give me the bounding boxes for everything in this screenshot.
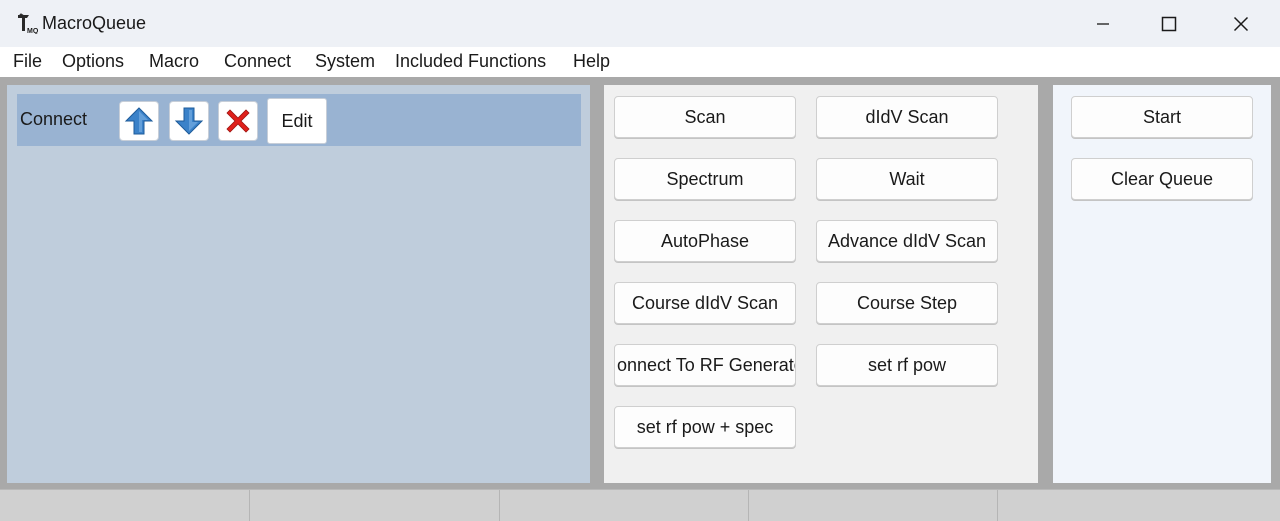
- close-icon: [1233, 16, 1249, 31]
- menu-file[interactable]: File: [13, 51, 42, 72]
- status-field-2: [250, 490, 500, 521]
- macro-course-didv-scan-button[interactable]: Course dIdV Scan: [614, 282, 796, 324]
- minimize-button[interactable]: [1080, 0, 1126, 47]
- maximize-icon: [1161, 16, 1177, 31]
- status-field-1: [0, 490, 250, 521]
- macro-wait-button[interactable]: Wait: [816, 158, 998, 200]
- macro-autophase-button[interactable]: AutoPhase: [614, 220, 796, 262]
- app-icon-label: MQ: [27, 28, 38, 34]
- delete-x-icon: [226, 109, 250, 133]
- menu-bar: File Options Macro Connect System Includ…: [0, 47, 1280, 77]
- start-button[interactable]: Start: [1071, 96, 1253, 138]
- menu-system[interactable]: System: [315, 51, 375, 72]
- close-button[interactable]: [1218, 0, 1264, 47]
- queue-item[interactable]: Connect Edit: [17, 94, 581, 146]
- queue-panel[interactable]: Connect Edit: [7, 85, 590, 483]
- macro-course-step-button[interactable]: Course Step: [816, 282, 998, 324]
- window-title: MacroQueue: [42, 13, 147, 33]
- title-bar: MQ MacroQueue: [0, 0, 1280, 47]
- macros-panel: Scan dIdV Scan Spectrum Wait AutoPhase A…: [604, 85, 1038, 483]
- maximize-button[interactable]: [1146, 0, 1192, 47]
- client-area: Connect Edit Scan dIdV Scan Spectrum Wai…: [0, 77, 1280, 521]
- status-field-5: [998, 490, 1280, 521]
- menu-help[interactable]: Help: [573, 51, 610, 72]
- minimize-icon: [1097, 22, 1109, 25]
- macro-connect-rf-generator-button[interactable]: onnect To RF Generato: [614, 344, 796, 386]
- macro-spectrum-button[interactable]: Spectrum: [614, 158, 796, 200]
- app-logo-icon: MQ: [18, 13, 38, 34]
- arrow-down-icon: [174, 107, 204, 135]
- clear-queue-button[interactable]: Clear Queue: [1071, 158, 1253, 200]
- status-field-4: [749, 490, 998, 521]
- macro-advance-didv-scan-button[interactable]: Advance dIdV Scan: [816, 220, 998, 262]
- arrow-up-icon: [124, 107, 154, 135]
- delete-button[interactable]: [218, 101, 258, 141]
- macro-scan-button[interactable]: Scan: [614, 96, 796, 138]
- macro-set-rf-pow-spec-button[interactable]: set rf pow + spec: [614, 406, 796, 448]
- menu-macro[interactable]: Macro: [149, 51, 199, 72]
- queue-item-label: Connect: [20, 109, 88, 129]
- macro-didv-scan-button[interactable]: dIdV Scan: [816, 96, 998, 138]
- menu-connect[interactable]: Connect: [224, 51, 291, 72]
- edit-button[interactable]: Edit: [267, 98, 327, 144]
- macro-set-rf-pow-button[interactable]: set rf pow: [816, 344, 998, 386]
- menu-included-functions[interactable]: Included Functions: [395, 51, 546, 72]
- app-window: MQ MacroQueue File Options Macro Connect…: [0, 0, 1280, 521]
- move-up-button[interactable]: [119, 101, 159, 141]
- status-field-3: [500, 490, 749, 521]
- control-panel: Start Clear Queue: [1053, 85, 1271, 483]
- move-down-button[interactable]: [169, 101, 209, 141]
- status-bar: [0, 489, 1280, 521]
- menu-options[interactable]: Options: [62, 51, 124, 72]
